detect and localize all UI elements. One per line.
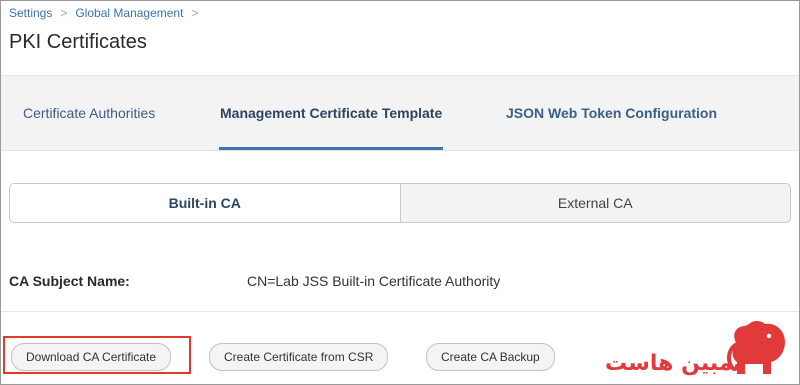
download-ca-certificate-button[interactable]: Download CA Certificate	[11, 343, 172, 371]
watermark-logo: مبین هاست	[605, 318, 795, 380]
breadcrumb-separator-icon: >	[60, 6, 68, 20]
ca-subject-row: CA Subject Name: CN=Lab JSS Built-in Cer…	[9, 273, 789, 293]
app-window: Settings > Global Management > PKI Certi…	[0, 0, 800, 385]
page-title: PKI Certificates	[9, 31, 147, 53]
watermark-text: مبین هاست	[605, 351, 733, 376]
breadcrumb-item-global-management[interactable]: Global Management	[75, 6, 183, 20]
elephant-logo-icon	[727, 321, 785, 374]
tab-certificate-authorities[interactable]: Certificate Authorities	[23, 76, 155, 150]
segment-built-in-ca[interactable]: Built-in CA	[10, 184, 401, 222]
tab-json-web-token-configuration[interactable]: JSON Web Token Configuration	[506, 76, 717, 150]
create-ca-backup-button[interactable]: Create CA Backup	[426, 343, 555, 371]
segment-external-ca[interactable]: External CA	[401, 184, 791, 222]
create-certificate-from-csr-button[interactable]: Create Certificate from CSR	[209, 343, 389, 371]
breadcrumb-item-settings[interactable]: Settings	[9, 6, 52, 20]
section-divider	[1, 311, 799, 312]
tab-management-certificate-template[interactable]: Management Certificate Template	[218, 76, 444, 150]
breadcrumb-separator-icon: >	[191, 6, 199, 20]
breadcrumb: Settings > Global Management >	[9, 5, 198, 21]
ca-type-toggle: Built-in CA External CA	[9, 183, 791, 223]
tab-bar: Certificate Authorities Management Certi…	[1, 75, 799, 151]
ca-subject-value: CN=Lab JSS Built-in Certificate Authorit…	[247, 273, 501, 289]
ca-subject-label: CA Subject Name:	[9, 273, 130, 289]
